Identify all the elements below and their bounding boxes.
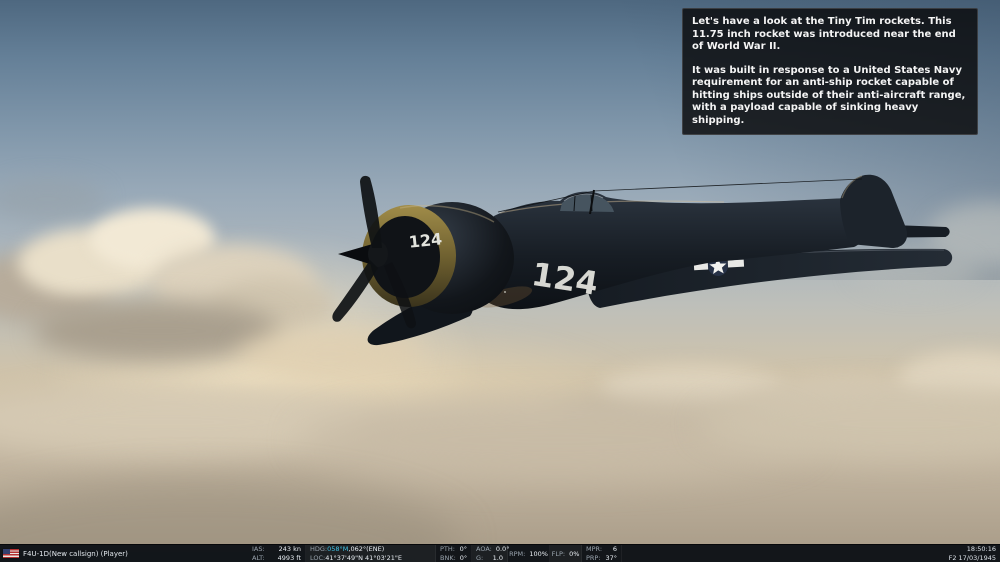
player-info: F4U-1D(New callsign) (Player) [3,545,128,562]
briefing-paragraph: Let's have a look at the Tiny Tim rocket… [692,16,968,54]
ias-label: IAS: [252,545,265,553]
briefing-paragraph: It was built in response to a United Sta… [692,65,968,128]
rpm-value: 100% [529,550,548,558]
flight-readouts: IAS: 243 kn ALT: 4993 ft HDG:058°M,062°(EN… [248,545,622,562]
hdg-label: HDG: [310,545,327,553]
aoa-label: AOA: [476,545,492,553]
clock: 18:50:16 [967,545,996,553]
g-label: G: [476,554,483,562]
hdg-magnetic: 058°M [327,545,348,553]
hdg-true: ,062°(ENE) [348,545,384,553]
tail-fin [840,175,907,248]
mission-briefing-box: Let's have a look at the Tiny Tim rocket… [682,8,978,135]
bnk-label: BNK: [440,554,456,562]
bnk-value: 0° [460,554,467,562]
rpm-readout: RPM: 100% [508,545,550,562]
nose-art [504,291,506,293]
flaps-readout: FLP: 0% [550,545,582,562]
rpm-label: RPM: [509,550,525,558]
loc-label: LOC: [310,554,325,562]
aoa-g-readout: AOA:0.0° G:1.0 [472,545,508,562]
heading-location-readout: HDG:058°M,062°(ENE) LOC:41°37'49"N 41°03… [306,545,436,562]
mpr-value: 6 [613,545,617,553]
pth-value: 0° [460,545,467,553]
time-date-readout: 18:50:16 F2 17/03/1945 [949,545,996,562]
loc-value: 41°37'49"N 41°03'21"E [325,554,402,562]
status-bar: F4U-1D(New callsign) (Player) IAS: 243 kn… [0,544,1000,562]
mpr-label: MPR: [586,545,602,553]
player-label: F4U-1D(New callsign) (Player) [23,550,128,558]
g-value: 1.0 [493,554,503,562]
ias-value: 243 kn [279,545,301,553]
alt-value: 4993 ft [278,554,301,562]
view-date: F2 17/03/1945 [949,554,996,562]
alt-label: ALT: [252,554,265,562]
speed-altitude-readout: IAS: 243 kn ALT: 4993 ft [248,545,306,562]
us-flag-icon [3,549,19,558]
prp-label: PRP: [586,554,601,562]
prp-value: 37° [605,554,617,562]
pitch-bank-readout: PTH: 0° BNK: 0° [436,545,472,562]
cowl-number: 124 [408,229,443,251]
pth-label: PTH: [440,545,455,553]
flp-value: 0% [569,550,579,558]
manifold-prop-readout: MPR: 6 PRP: 37° [582,545,622,562]
flp-label: FLP: [552,550,565,558]
